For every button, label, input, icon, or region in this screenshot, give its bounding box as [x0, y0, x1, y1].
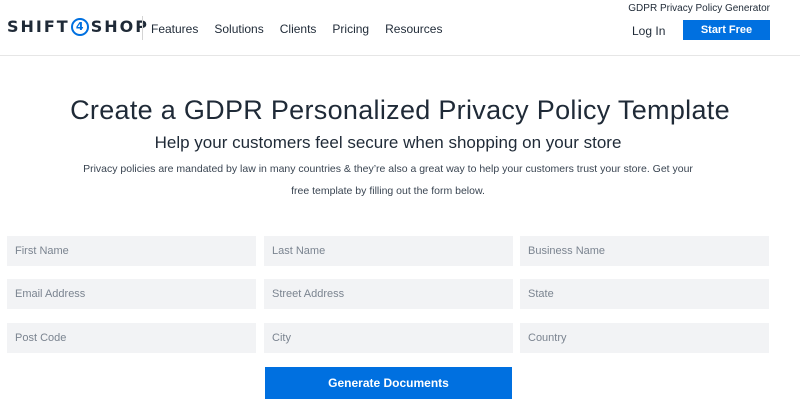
- page-title: Create a GDPR Personalized Privacy Polic…: [70, 95, 730, 125]
- logo-text-left: SHIFT: [7, 17, 70, 36]
- street-address-field[interactable]: [264, 279, 513, 309]
- nav-item-features[interactable]: Features: [151, 22, 198, 36]
- page-description: Privacy policies are mandated by law in …: [83, 163, 693, 197]
- generate-documents-button[interactable]: Generate Documents: [265, 367, 512, 399]
- logo-badge-icon: 4: [70, 17, 89, 36]
- main-nav: Features Solutions Clients Pricing Resou…: [151, 22, 442, 36]
- login-link[interactable]: Log In: [632, 24, 665, 38]
- shift4shop-logo[interactable]: SHIFT 4 SHOP: [7, 17, 149, 36]
- logo-divider: [142, 16, 143, 40]
- site-header: GDPR Privacy Policy Generator SHIFT 4 SH…: [0, 0, 800, 56]
- nav-item-solutions[interactable]: Solutions: [214, 22, 263, 36]
- post-code-field[interactable]: [7, 323, 256, 353]
- email-field[interactable]: [7, 279, 256, 309]
- nav-item-pricing[interactable]: Pricing: [332, 22, 369, 36]
- top-breadcrumb-link[interactable]: GDPR Privacy Policy Generator: [628, 3, 770, 14]
- logo-text-right: SHOP: [90, 17, 149, 36]
- nav-item-clients[interactable]: Clients: [280, 22, 317, 36]
- state-field[interactable]: [520, 279, 769, 309]
- nav-item-resources[interactable]: Resources: [385, 22, 442, 36]
- start-free-button[interactable]: Start Free: [683, 20, 770, 40]
- first-name-field[interactable]: [7, 236, 256, 266]
- last-name-field[interactable]: [264, 236, 513, 266]
- city-field[interactable]: [264, 323, 513, 353]
- country-field[interactable]: [520, 323, 769, 353]
- business-name-field[interactable]: [520, 236, 769, 266]
- page-subtitle: Help your customers feel secure when sho…: [154, 133, 622, 152]
